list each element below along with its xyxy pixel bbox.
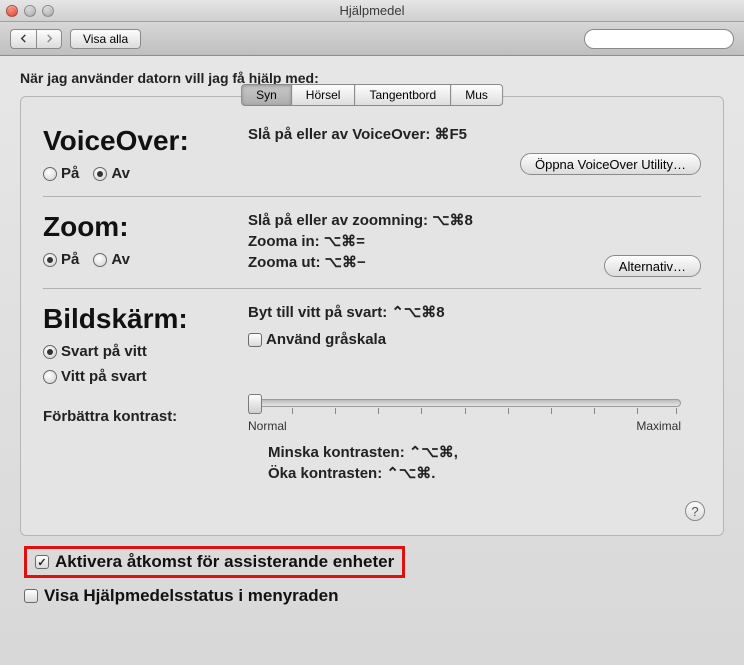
window-minimize-button[interactable] <box>24 5 36 17</box>
radio-icon <box>93 167 107 181</box>
zoom-off-radio[interactable]: Av <box>93 251 130 268</box>
nav-back-button[interactable] <box>10 29 36 49</box>
search-input[interactable] <box>595 32 744 46</box>
radio-icon <box>43 167 57 181</box>
radio-icon <box>43 345 57 359</box>
voiceover-on-label: På <box>61 165 79 182</box>
black-on-white-label: Svart på vitt <box>61 343 147 360</box>
section-display: Bildskärm: Svart på vitt Vitt på svart <box>43 288 701 517</box>
grayscale-checkbox[interactable]: Använd gråskala <box>248 331 701 348</box>
voiceover-off-radio[interactable]: Av <box>93 165 130 182</box>
show-all-button[interactable]: Visa alla <box>70 29 141 49</box>
white-on-black-radio[interactable]: Vitt på svart <box>43 368 248 385</box>
zoom-title: Zoom: <box>43 211 248 243</box>
grayscale-label: Använd gråskala <box>266 331 386 348</box>
chevron-left-icon <box>19 34 28 43</box>
window-close-button[interactable] <box>6 5 18 17</box>
window-titlebar: Hjälpmedel <box>0 0 744 22</box>
voiceover-on-radio[interactable]: På <box>43 165 79 182</box>
nav-forward-button[interactable] <box>36 29 62 49</box>
display-title: Bildskärm: <box>43 303 248 335</box>
window-zoom-button[interactable] <box>42 5 54 17</box>
tab-row: Syn Hörsel Tangentbord Mus <box>241 84 503 106</box>
checkbox-icon <box>248 333 262 347</box>
tab-tangentbord[interactable]: Tangentbord <box>354 84 451 106</box>
tab-syn[interactable]: Syn <box>241 84 292 106</box>
contrast-label: Förbättra kontrast: <box>43 408 248 425</box>
tab-mus[interactable]: Mus <box>450 84 503 106</box>
radio-icon <box>93 253 107 267</box>
voiceover-title: VoiceOver: <box>43 125 248 157</box>
zoom-options-button[interactable]: Alternativ… <box>604 255 701 277</box>
radio-icon <box>43 253 57 267</box>
zoom-on-label: På <box>61 251 79 268</box>
search-field[interactable] <box>584 29 734 49</box>
contrast-slider[interactable] <box>248 399 681 407</box>
tab-horsel[interactable]: Hörsel <box>291 84 356 106</box>
slider-min-label: Normal <box>248 419 287 433</box>
white-on-black-label: Vitt på svart <box>61 368 147 385</box>
main-panel: Syn Hörsel Tangentbord Mus VoiceOver: På <box>20 96 724 536</box>
reduce-contrast-shortcut: Minska kontrasten: ⌃⌥⌘, <box>268 443 701 461</box>
show-menu-status-label: Visa Hjälpmedelsstatus i menyraden <box>44 586 338 606</box>
show-menu-status-checkbox[interactable]: Visa Hjälpmedelsstatus i menyraden <box>24 586 720 606</box>
black-on-white-radio[interactable]: Svart på vitt <box>43 343 248 360</box>
increase-contrast-shortcut: Öka kontrasten: ⌃⌥⌘. <box>268 464 701 482</box>
voiceover-shortcut: Slå på eller av VoiceOver: ⌘F5 <box>248 125 701 143</box>
zoom-in-shortcut: Zooma in: ⌥⌘= <box>248 232 701 250</box>
slider-thumb[interactable] <box>248 394 262 414</box>
invert-shortcut: Byt till vitt på svart: ⌃⌥⌘8 <box>248 303 701 321</box>
toolbar: Visa alla <box>0 22 744 56</box>
checkbox-icon <box>24 589 38 603</box>
help-button[interactable]: ? <box>685 501 705 521</box>
open-voiceover-utility-button[interactable]: Öppna VoiceOver Utility… <box>520 153 701 175</box>
window-title: Hjälpmedel <box>0 3 744 18</box>
chevron-right-icon <box>45 34 54 43</box>
zoom-off-label: Av <box>111 251 130 268</box>
section-voiceover: VoiceOver: På Av Slå på eller av VoiceOv <box>43 111 701 196</box>
zoom-toggle-shortcut: Slå på eller av zoomning: ⌥⌘8 <box>248 211 701 229</box>
radio-icon <box>43 370 57 384</box>
checkbox-icon: ✓ <box>35 555 49 569</box>
section-zoom: Zoom: På Av Slå på eller av zoomning: ⌥⌘ <box>43 196 701 288</box>
enable-assistive-access-label: Aktivera åtkomst för assisterande enhete… <box>55 552 394 572</box>
voiceover-off-label: Av <box>111 165 130 182</box>
enable-assistive-access-checkbox[interactable]: ✓ Aktivera åtkomst för assisterande enhe… <box>35 552 394 572</box>
zoom-on-radio[interactable]: På <box>43 251 79 268</box>
slider-max-label: Maximal <box>636 419 681 433</box>
highlight-enable-access: ✓ Aktivera åtkomst för assisterande enhe… <box>24 546 405 578</box>
